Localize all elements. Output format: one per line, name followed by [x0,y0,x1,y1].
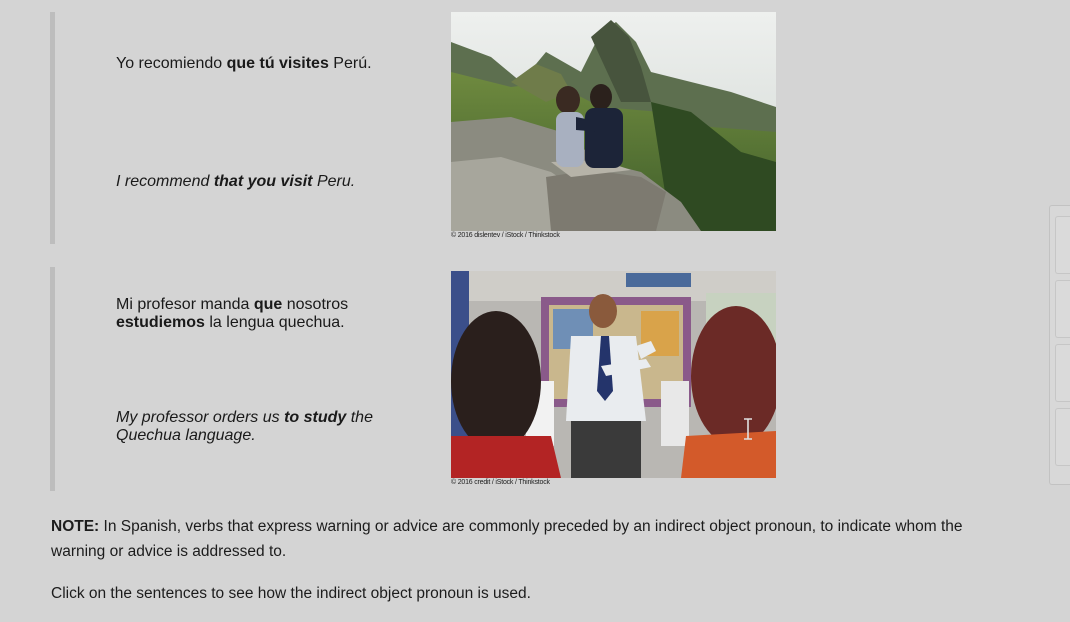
text-cursor-icon [744,418,752,440]
sentence-text: Perú. [328,55,372,72]
translation-text: My professor orders us [116,409,285,426]
instruction-text: Click on the sentences to see how the in… [51,585,531,602]
machu-picchu-photo [451,12,776,231]
photo-credit-2: © 2016 credit / iStock / Thinkstock [451,479,550,486]
photo-credit-1: © 2016 dislentev / iStock / Thinkstock [451,232,560,239]
sentence-text: Yo recomiendo [116,55,227,72]
sentence-highlight: que tú visites [226,55,329,72]
sentence-highlight: estudiemos [116,314,205,331]
translation-text: Peru. [312,173,356,190]
note-text: In Spanish, verbs that express warning o… [51,518,963,560]
english-translation-2[interactable]: My professor orders us to study the Quec… [116,409,416,445]
sentence-text: la lengua quechua. [204,314,345,331]
spanish-sentence-1[interactable]: Yo recomiendo que tú visites Perú. [116,55,436,73]
sentence-text: nosotros [282,296,349,313]
translation-highlight: that you visit [213,173,313,190]
note-label: NOTE: [51,518,100,535]
translation-highlight: to study [284,409,347,426]
spanish-sentence-2[interactable]: Mi profesor manda que nosotros estudiemo… [116,296,416,332]
side-tab-1[interactable] [1055,216,1070,274]
sentence-highlight: que [253,296,283,313]
side-tab-4[interactable] [1055,408,1070,466]
example-block-1: Yo recomiendo que tú visites Perú. I rec… [50,12,795,244]
grammar-note: NOTE: In Spanish, verbs that express war… [51,514,1011,564]
side-tab-2[interactable] [1055,280,1070,338]
side-tab-3[interactable] [1055,344,1070,402]
example-block-2: Mi profesor manda que nosotros estudiemo… [50,267,795,491]
translation-text: I recommend [116,173,214,190]
sentence-text: Mi profesor manda [116,296,254,313]
classroom-photo [451,271,776,478]
english-translation-1[interactable]: I recommend that you visit Peru. [116,173,436,191]
